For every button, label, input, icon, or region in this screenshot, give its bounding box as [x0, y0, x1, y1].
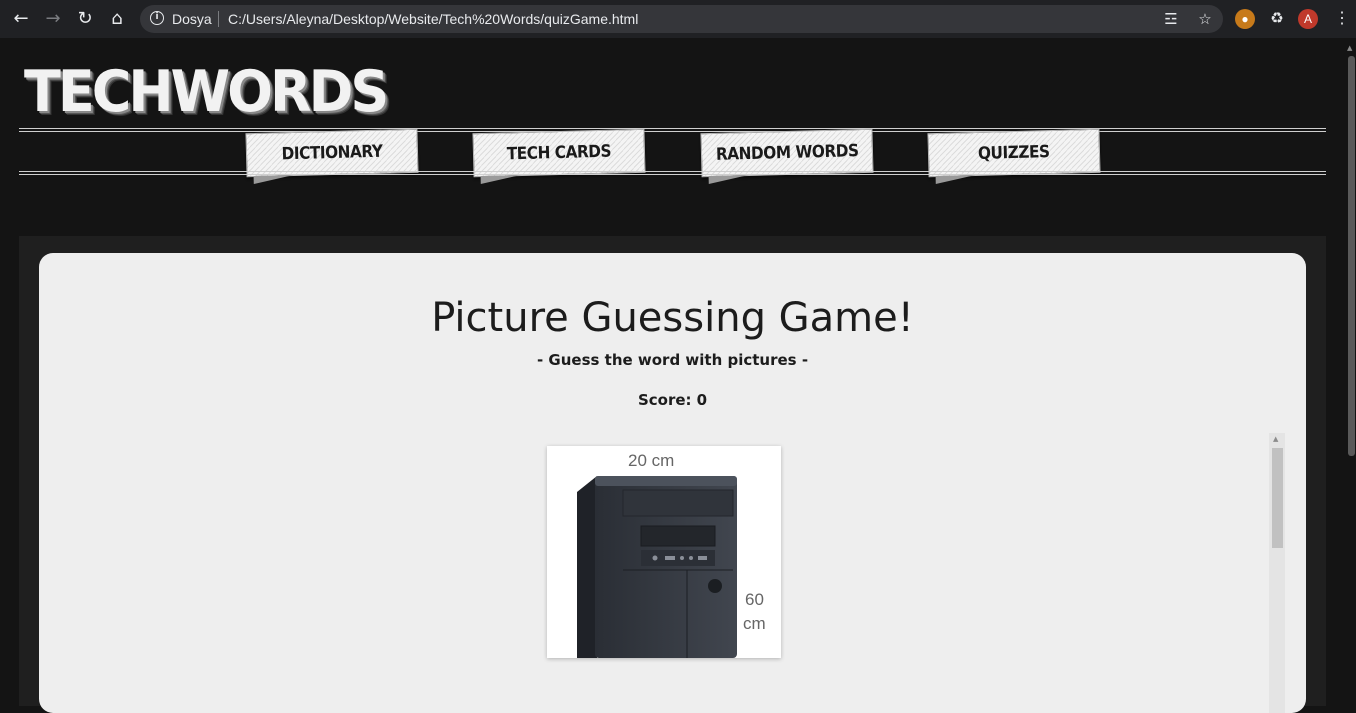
height-dimension-label: 60: [745, 590, 764, 609]
back-arrow-icon[interactable]: ←: [9, 7, 33, 31]
tab-fold: [935, 175, 976, 185]
nav-tab-quizzes[interactable]: QUIZZES: [927, 128, 1101, 185]
extension-icon[interactable]: ●: [1235, 9, 1255, 29]
nav-tab-random-words[interactable]: RANDOM WORDS: [700, 128, 874, 185]
site-label: Dosya: [172, 11, 212, 27]
card-scrollbar[interactable]: ▲: [1269, 433, 1285, 713]
address-separator: [218, 11, 219, 27]
score-label: Score:: [637, 391, 692, 409]
nav-rule-top: [19, 128, 1326, 129]
home-icon[interactable]: ⌂: [105, 7, 129, 31]
quiz-picture: 20 cm 60 cm: [547, 446, 781, 658]
tab-fold: [253, 175, 294, 185]
puzzle-extensions-icon[interactable]: ♻: [1267, 9, 1287, 29]
info-icon[interactable]: i: [150, 11, 164, 25]
page-scrollbar[interactable]: ▲: [1346, 38, 1356, 704]
page-scrollbar-thumb[interactable]: [1348, 56, 1355, 456]
reload-icon[interactable]: ↻: [73, 7, 97, 31]
page-title: Picture Guessing Game!: [431, 295, 914, 341]
score-value: 0: [696, 391, 707, 409]
url-text[interactable]: C:/Users/Aleyna/Desktop/Website/Tech%20W…: [228, 11, 638, 27]
nav-tab-label: QUIZZES: [977, 142, 1051, 164]
menu-kebab-icon[interactable]: ⋮: [1332, 9, 1352, 29]
address-bar[interactable]: i Dosya C:/Users/Aleyna/Desktop/Website/…: [140, 5, 1223, 33]
forward-arrow-icon[interactable]: →: [41, 7, 65, 31]
nav-tab-label: RANDOM WORDS: [715, 141, 859, 165]
site-logo[interactable]: TECHWORDS: [24, 58, 389, 124]
scroll-up-icon[interactable]: ▲: [1273, 435, 1278, 443]
browser-toolbar: ← → ↻ ⌂ i Dosya C:/Users/Aleyna/Desktop/…: [0, 0, 1356, 38]
bookmark-star-icon[interactable]: ☆: [1195, 9, 1215, 29]
profile-avatar[interactable]: A: [1298, 9, 1318, 29]
nav-rule-bottom: [19, 171, 1326, 172]
translate-icon[interactable]: ☲: [1161, 9, 1181, 29]
height-dimension-unit: cm: [743, 614, 766, 633]
game-subtitle: - Guess the word with pictures -: [536, 351, 809, 369]
nav-rule-top-2: [19, 131, 1326, 132]
tab-fold: [480, 175, 521, 185]
nav-tab-dictionary[interactable]: DICTIONARY: [245, 128, 419, 185]
nav-tab-label: TECH CARDS: [506, 141, 612, 165]
nav-rule-bottom-2: [19, 174, 1326, 175]
score-display: Score: 0: [39, 391, 1306, 409]
tab-fold: [708, 175, 749, 185]
nav-tab-tech-cards[interactable]: TECH CARDS: [472, 128, 646, 185]
page-scroll-up-icon[interactable]: ▲: [1347, 44, 1352, 52]
card-scrollbar-thumb[interactable]: [1272, 448, 1283, 548]
nav-tab-label: DICTIONARY: [281, 141, 383, 165]
game-card: Picture Guessing Game! - Guess the word …: [39, 253, 1306, 713]
